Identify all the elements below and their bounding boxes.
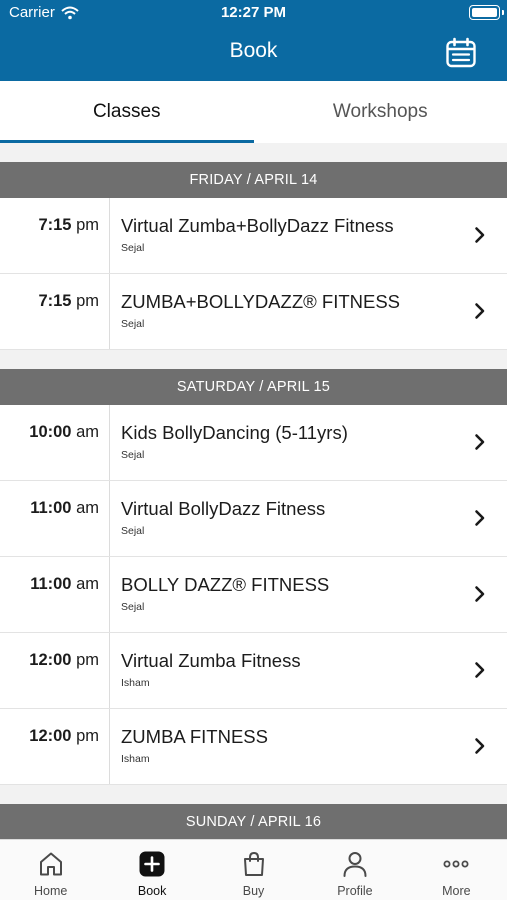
class-name: ZUMBA+BOLLYDAZZ® FITNESS: [121, 291, 401, 312]
day-header: SUNDAY / APRIL 16: [0, 804, 507, 839]
class-time: 7:15 pm: [38, 292, 99, 310]
tabbar-label: Book: [137, 884, 167, 898]
chevron-right-icon: [475, 303, 485, 319]
class-teacher: Sejal: [121, 525, 145, 537]
status-time: 12:27 PM: [220, 4, 287, 21]
person-icon: [343, 852, 367, 877]
divider: [109, 198, 110, 273]
tabbar-item-home[interactable]: Home: [0, 840, 101, 900]
day-section: SATURDAY / APRIL 15 10:00 am Kids BollyD…: [0, 369, 507, 785]
tabbar-item-profile[interactable]: Profile: [304, 840, 405, 900]
class-time: 11:00 am: [30, 499, 99, 517]
class-list[interactable]: FRIDAY / APRIL 14 7:15 pm Virtual Zumba+…: [0, 143, 507, 839]
day-section: SUNDAY / APRIL 16: [0, 804, 507, 839]
class-teacher: Isham: [121, 677, 150, 689]
nav-bar: Carrier 12:27 PM Book: [0, 0, 507, 81]
class-row[interactable]: 7:15 pm Virtual Zumba+BollyDazz Fitness …: [0, 198, 507, 274]
day-header: SATURDAY / APRIL 15: [0, 369, 507, 405]
class-teacher: Sejal: [121, 318, 145, 330]
divider: [109, 633, 110, 708]
tabbar-item-book[interactable]: Book: [101, 840, 202, 900]
home-icon: [39, 852, 62, 876]
class-teacher: Sejal: [121, 449, 145, 461]
chevron-right-icon: [475, 227, 485, 243]
segment-tabs: Classes Workshops: [0, 81, 507, 143]
class-row[interactable]: 11:00 am BOLLY DAZZ® FITNESS Sejal: [0, 557, 507, 633]
status-bar: Carrier 12:27 PM: [0, 0, 507, 26]
divider: [109, 481, 110, 556]
class-name: Virtual Zumba Fitness: [121, 650, 301, 671]
chevron-right-icon: [475, 434, 485, 450]
class-teacher: Sejal: [121, 242, 145, 254]
tabbar-label: Profile: [337, 884, 373, 898]
class-time: 7:15 pm: [38, 216, 99, 234]
bottom-tab-bar: Home Book Buy Profile More: [0, 839, 507, 900]
class-row[interactable]: 11:00 am Virtual BollyDazz Fitness Sejal: [0, 481, 507, 557]
day-section: FRIDAY / APRIL 14 7:15 pm Virtual Zumba+…: [0, 162, 507, 350]
shopping-bag-icon: [243, 851, 264, 876]
class-row[interactable]: 7:15 pm ZUMBA+BOLLYDAZZ® FITNESS Sejal: [0, 274, 507, 350]
battery-icon: [469, 5, 504, 20]
more-dots-icon: [443, 860, 469, 868]
class-name: BOLLY DAZZ® FITNESS: [121, 574, 330, 595]
divider: [109, 709, 110, 784]
tab-workshops[interactable]: Workshops: [254, 81, 507, 143]
class-teacher: Sejal: [121, 601, 145, 613]
tabbar-label: More: [442, 884, 471, 898]
day-header: FRIDAY / APRIL 14: [0, 162, 507, 198]
plus-square-icon: [139, 851, 165, 877]
tabbar-label: Home: [34, 884, 68, 898]
calendar-icon[interactable]: [445, 37, 477, 69]
chevron-right-icon: [475, 510, 485, 526]
chevron-right-icon: [475, 662, 485, 678]
class-row[interactable]: 12:00 pm Virtual Zumba Fitness Isham: [0, 633, 507, 709]
divider: [109, 405, 110, 480]
tabbar-item-more[interactable]: More: [406, 840, 507, 900]
tab-classes[interactable]: Classes: [0, 81, 254, 143]
class-teacher: Isham: [121, 753, 150, 765]
class-row[interactable]: 10:00 am Kids BollyDancing (5-11yrs) Sej…: [0, 405, 507, 481]
class-name: Kids BollyDancing (5-11yrs): [121, 422, 348, 443]
divider: [109, 274, 110, 349]
class-time: 12:00 pm: [29, 727, 99, 745]
class-row[interactable]: 12:00 pm ZUMBA FITNESS Isham: [0, 709, 507, 785]
tabbar-item-buy[interactable]: Buy: [203, 840, 304, 900]
class-name: Virtual BollyDazz Fitness: [121, 498, 326, 519]
divider: [109, 557, 110, 632]
chevron-right-icon: [475, 586, 485, 602]
class-time: 10:00 am: [29, 423, 99, 441]
class-time: 12:00 pm: [29, 651, 99, 669]
class-name: ZUMBA FITNESS: [121, 726, 268, 747]
chevron-right-icon: [475, 738, 485, 754]
tabbar-label: Buy: [242, 884, 265, 898]
class-time: 11:00 am: [30, 575, 99, 593]
page-title: Book: [229, 39, 278, 62]
class-name: Virtual Zumba+BollyDazz Fitness: [121, 215, 394, 236]
